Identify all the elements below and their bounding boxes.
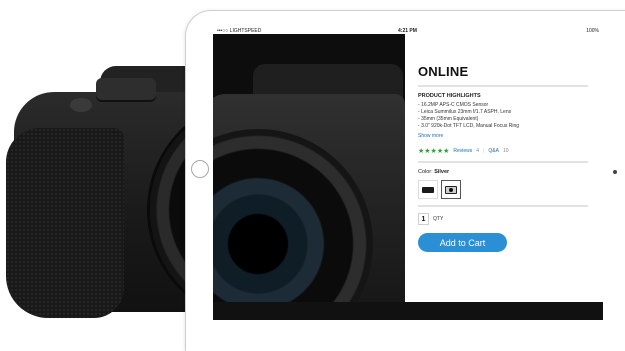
- camera-shutter-button: [70, 98, 92, 112]
- quantity-label: QTY: [433, 216, 444, 222]
- add-to-cart-button[interactable]: Add to Cart: [418, 233, 507, 252]
- camera-grip: [6, 128, 124, 318]
- black-camera-icon: [422, 186, 434, 193]
- tablet-screen: •••○○ LIGHTSPEED 4:21 PM 100% ONLINE PRO…: [213, 26, 603, 320]
- divider: [418, 161, 588, 163]
- quantity-row: 1 QTY: [418, 213, 588, 225]
- separator: |: [483, 148, 485, 154]
- tablet-side-dot: [613, 170, 617, 174]
- bottom-bar: [213, 302, 603, 320]
- highlight-item: - Leica Summilux 23mm f/1.7 ASPH. Lens: [418, 109, 512, 115]
- star-rating: ★★★★★: [418, 148, 450, 155]
- battery-indicator: 100%: [586, 28, 599, 34]
- show-more-link[interactable]: Show more: [418, 133, 588, 139]
- reviews-row: ★★★★★ Reviews 4 | Q&A 10: [418, 147, 588, 155]
- product-title: ONLINE: [418, 64, 469, 79]
- color-selector-label: Color: Silver: [418, 169, 450, 175]
- highlight-item: - 35mm (35mm Equivalent): [418, 116, 479, 122]
- quantity-input[interactable]: 1: [418, 213, 429, 225]
- silver-camera-icon: [445, 185, 457, 194]
- divider: [418, 205, 588, 207]
- tablet-home-button[interactable]: [191, 160, 209, 178]
- highlights-heading: PRODUCT HIGHLIGHTS: [418, 93, 481, 99]
- highlights-list: - 16.2MP APS-C CMOS Sensor - Leica Summi…: [418, 102, 588, 130]
- swatch-black[interactable]: [418, 180, 438, 199]
- divider: [418, 85, 588, 87]
- reviews-count: 4: [476, 148, 480, 154]
- swatch-silver[interactable]: [441, 180, 461, 199]
- qa-link[interactable]: Q&A: [488, 148, 499, 154]
- highlight-item: - 3.0" 920k-Dot TFT LCD, Manual Focus Ri…: [418, 123, 520, 129]
- highlight-item: - 16.2MP APS-C CMOS Sensor: [418, 102, 489, 108]
- qa-count: 10: [502, 148, 509, 154]
- selected-color: Silver: [434, 169, 450, 175]
- product-panel: ONLINE PRODUCT HIGHLIGHTS - 16.2MP APS-C…: [418, 64, 588, 252]
- color-swatches: [418, 180, 588, 199]
- product-image[interactable]: [213, 34, 405, 320]
- camera-mode-dial: [96, 78, 156, 100]
- reviews-link[interactable]: Reviews: [453, 148, 472, 154]
